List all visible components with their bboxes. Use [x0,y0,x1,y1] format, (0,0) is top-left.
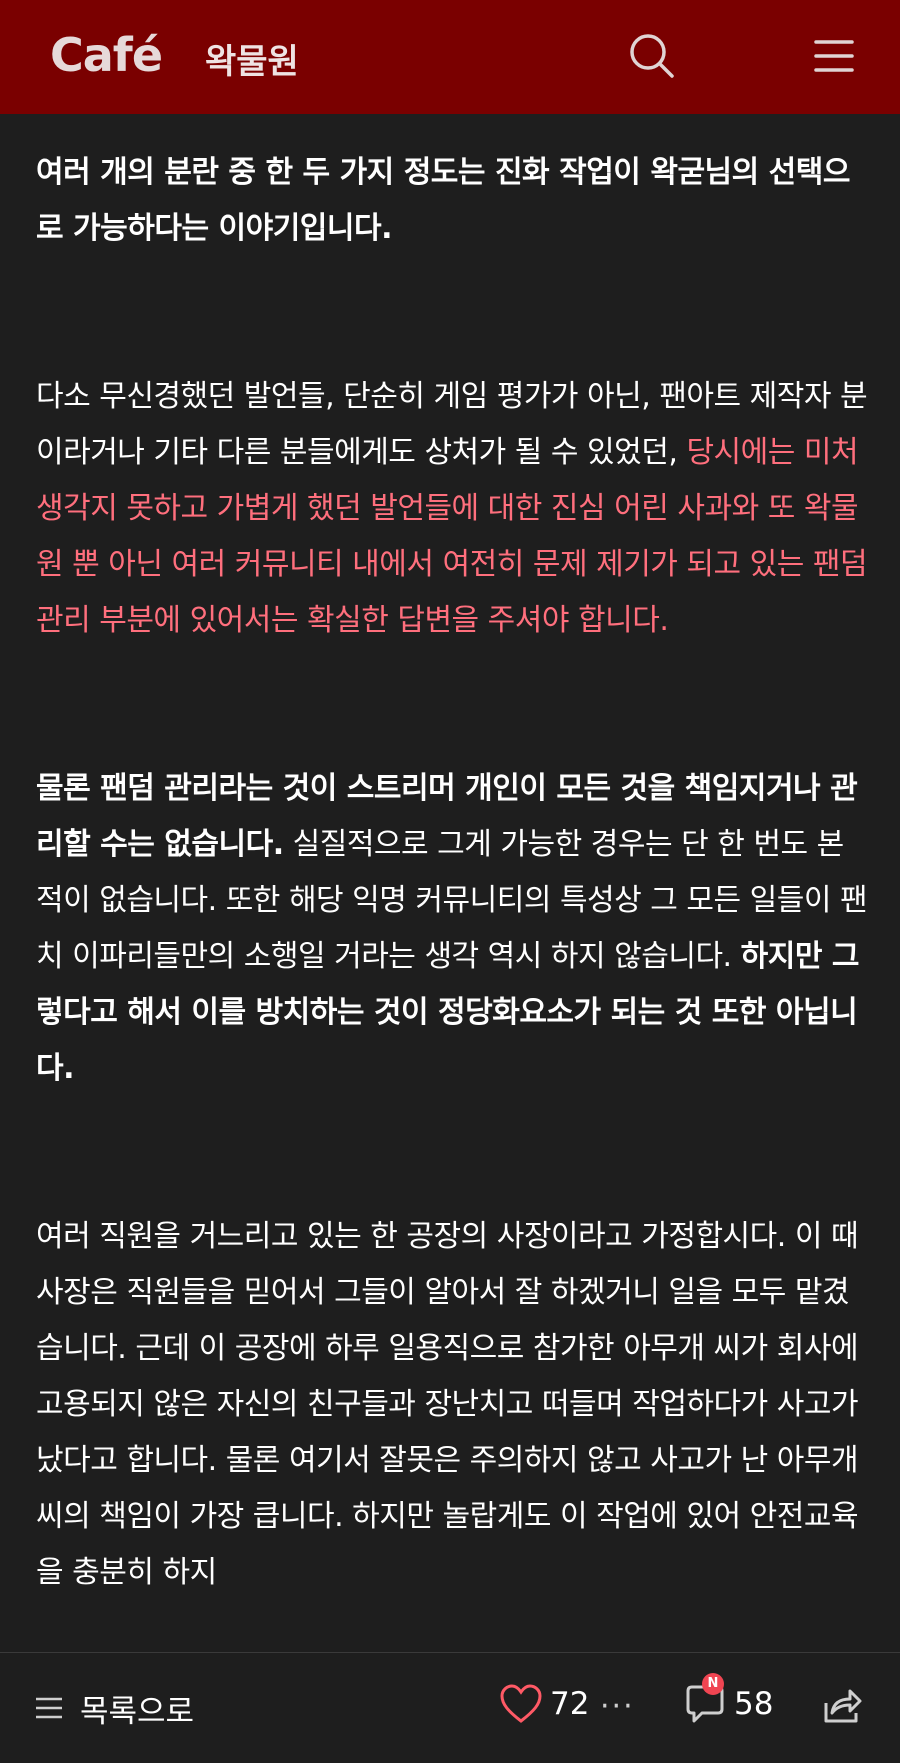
paragraph-1-bold: 여러 개의 분란 중 한 두 가지 정도는 진화 작업이 왁굳님의 선택으로 가… [36,155,851,246]
cafe-name[interactable]: 왁물원 [205,34,299,83]
like-button[interactable]: 72 [498,1681,589,1727]
back-to-list-button[interactable]: 목록으로 [34,1683,194,1733]
article-body: 여러 개의 분란 중 한 두 가지 정도는 진화 작업이 왁굳님의 선택으로 가… [36,145,872,1601]
paragraph-4: 여러 직원을 거느리고 있는 한 공장의 사장이라고 가정합시다. 이 때 사장… [36,1209,872,1601]
search-icon[interactable] [626,30,678,82]
paragraph-4-text: 여러 직원을 거느리고 있는 한 공장의 사장이라고 가정합시다. 이 때 사장… [36,1219,859,1590]
comment-button[interactable]: N 58 [682,1673,774,1727]
comment-icon: N [682,1673,728,1727]
top-header: Café 왁물원 [0,0,900,114]
like-count: 72 [550,1686,590,1722]
bottom-action-bar: 목록으로 72 ··· N 58 [0,1652,900,1763]
list-icon [36,1697,62,1719]
paragraph-3: 물론 팬덤 관리라는 것이 스트리머 개인이 모든 것을 책임지거나 관리할 수… [36,761,872,1097]
paragraph-1: 여러 개의 분란 중 한 두 가지 정도는 진화 작업이 왁굳님의 선택으로 가… [36,145,872,257]
new-comment-badge: N [702,1673,724,1695]
more-options-button[interactable]: ··· [600,1689,635,1724]
share-icon[interactable] [818,1683,864,1733]
hamburger-menu-icon[interactable] [808,30,860,82]
paragraph-2: 다소 무신경했던 발언들, 단순히 게임 평가가 아닌, 팬아트 제작자 분이라… [36,369,872,649]
heart-icon [500,1684,542,1723]
comment-count: 58 [734,1686,774,1722]
back-to-list-label: 목록으로 [80,1693,195,1730]
cafe-logo[interactable]: Café [50,28,163,82]
